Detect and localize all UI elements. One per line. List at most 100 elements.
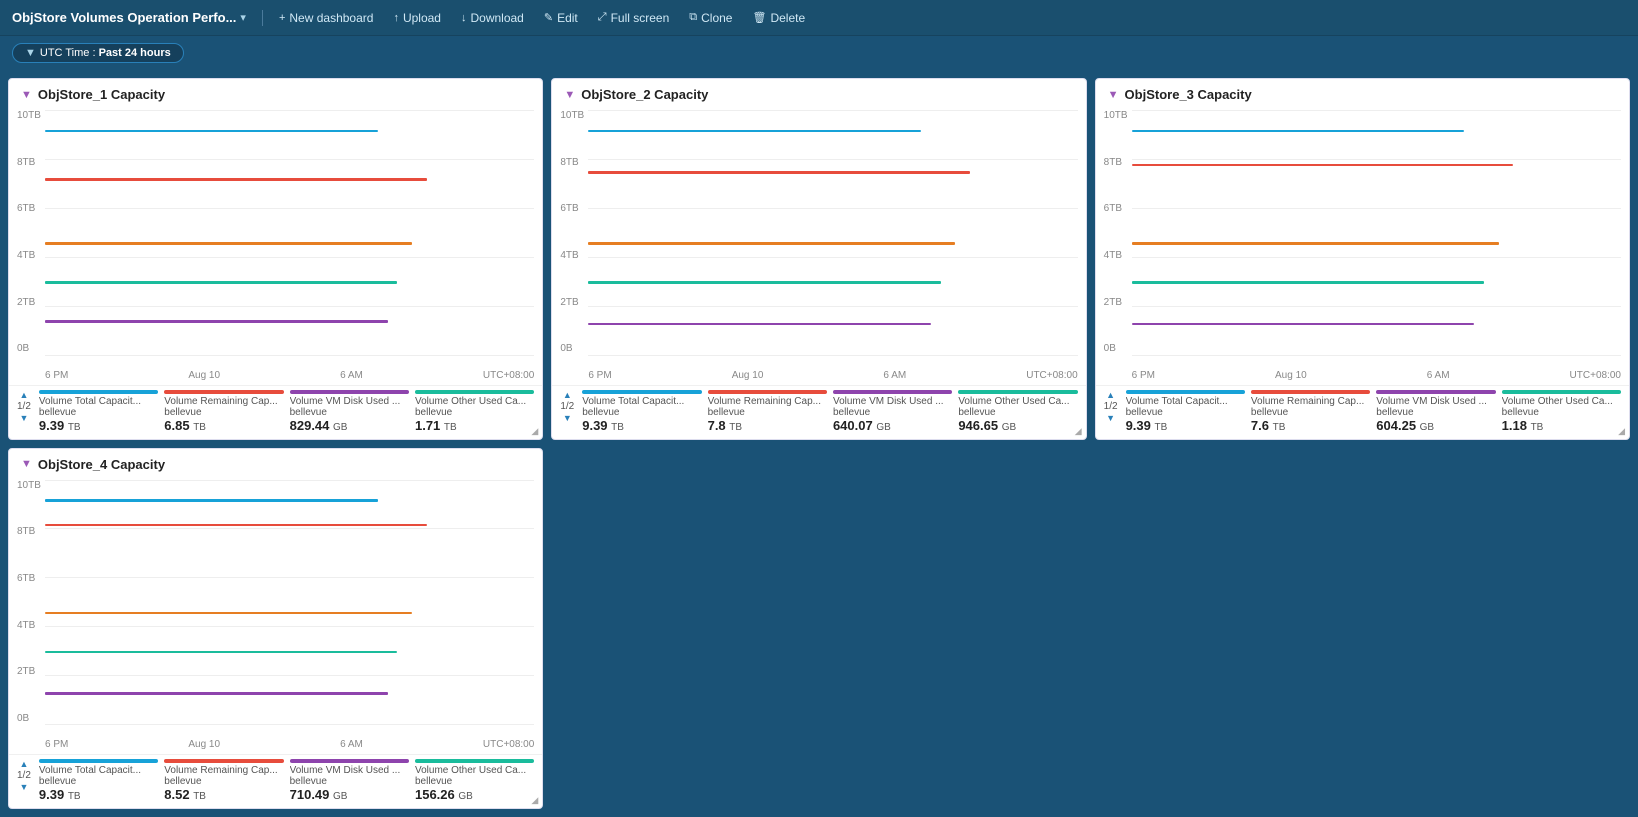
legend-page: 1/2 [17,401,31,412]
legend-color-bar [415,759,534,763]
x-axis: 6 PMAug 106 AMUTC+08:00 [45,739,534,750]
legend-unit: GB [458,791,472,802]
legend-up-arrow[interactable]: ▲ [1106,390,1115,400]
panel-title: ObjStore_3 Capacity [1125,87,1252,102]
data-line [588,242,955,245]
grid-line [45,480,534,481]
legend-item: Volume Total Capacit... bellevue 9.39 TB [1126,390,1245,433]
grid-line [45,159,534,160]
legend-label: Volume VM Disk Used ... [290,396,409,407]
x-label: UTC+08:00 [483,739,534,750]
legend-page: 1/2 [1104,401,1118,412]
data-line [588,130,921,133]
panel-resize-handle[interactable]: ◢ [531,795,538,806]
legend-page: 1/2 [17,770,31,781]
time-filter-pill[interactable]: ▼ UTC Time : Past 24 hours [12,43,184,63]
legend-sublabel: bellevue [958,407,1077,418]
legend-value: 9.39 TB [1126,418,1245,433]
x-label: UTC+08:00 [483,370,534,381]
grid-line [1132,306,1621,307]
grid-line [588,257,1077,258]
chart-area: 10TB8TB6TB4TB2TB0B 6 PMAug 106 AMUTC+08:0… [9,476,542,755]
panel-resize-handle[interactable]: ◢ [531,426,538,437]
y-label: 10TB [17,480,41,491]
panel-title: ObjStore_2 Capacity [581,87,708,102]
y-label: 10TB [17,110,41,121]
x-axis: 6 PMAug 106 AMUTC+08:00 [1132,370,1621,381]
chart-panel-panel3: ▼ ObjStore_3 Capacity10TB8TB6TB4TB2TB0B6… [1095,78,1630,440]
edit-button[interactable]: ✎ Edit [536,8,586,28]
panel-title: ObjStore_1 Capacity [38,87,165,102]
legend-item: Volume VM Disk Used ... bellevue 829.44 … [290,390,409,433]
y-label: 8TB [1104,157,1128,168]
legend-unit: TB [611,422,624,433]
legend-item: Volume VM Disk Used ... bellevue 604.25 … [1376,390,1495,433]
edit-icon: ✎ [544,11,553,24]
legend-unit: GB [333,422,347,433]
legend-items: Volume Total Capacit... bellevue 9.39 TB… [1126,390,1621,433]
legend-label: Volume Other Used Ca... [415,396,534,407]
legend-value: 9.39 TB [39,787,158,802]
legend-item: Volume Remaining Cap... bellevue 8.52 TB [164,759,283,802]
y-label: 6TB [560,203,584,214]
legend-up-arrow[interactable]: ▲ [19,759,28,769]
legend-sublabel: bellevue [290,407,409,418]
upload-button[interactable]: ↑ Upload [385,8,449,28]
chart-lines [45,480,534,725]
title-dropdown-icon[interactable]: ▾ [240,11,246,24]
legend-label: Volume Total Capacit... [39,396,158,407]
grid-line [1132,159,1621,160]
grid-line [45,306,534,307]
panel-header: ▼ ObjStore_1 Capacity [9,79,542,106]
legend-color-bar [290,759,409,763]
delete-icon: 🗑 [752,11,766,24]
legend-unit: TB [193,791,206,802]
delete-button[interactable]: 🗑 Delete [744,8,813,28]
grid-line [45,528,534,529]
x-label: 6 PM [588,370,611,381]
data-line [45,242,412,245]
new-dashboard-button[interactable]: + New dashboard [271,8,382,28]
legend-up-arrow[interactable]: ▲ [19,390,28,400]
legend-value: 1.18 TB [1502,418,1621,433]
download-button[interactable]: ↓ Download [453,8,532,28]
legend-color-bar [1126,390,1245,394]
legend-color-bar [39,759,158,763]
legend-down-arrow[interactable]: ▼ [19,782,28,792]
legend-area: ▲ 1/2 ▼ Volume Total Capacit... bellevue… [1096,385,1629,439]
y-axis: 10TB8TB6TB4TB2TB0B [17,480,41,725]
legend-item: Volume Other Used Ca... bellevue 156.26 … [415,759,534,802]
panel-resize-handle[interactable]: ◢ [1075,426,1082,437]
legend-item: Volume Remaining Cap... bellevue 6.85 TB [164,390,283,433]
chart-area: 10TB8TB6TB4TB2TB0B6 PMAug 106 AMUTC+08:0… [1096,106,1629,385]
clone-icon: ⧉ [689,11,697,24]
legend-down-arrow[interactable]: ▼ [1106,413,1115,423]
legend-down-arrow[interactable]: ▼ [563,413,572,423]
legend-value: 7.6 TB [1251,418,1370,433]
legend-items: Volume Total Capacit... bellevue 9.39 TB… [582,390,1077,433]
y-label: 6TB [1104,203,1128,214]
legend-sublabel: bellevue [415,776,534,787]
legend-sublabel: bellevue [415,407,534,418]
legend-color-bar [833,390,952,394]
x-label: 6 PM [1132,370,1155,381]
legend-unit: TB [68,422,81,433]
fullscreen-button[interactable]: ⤢ Full screen [590,8,678,28]
chart-lines [588,110,1077,355]
legend-value: 9.39 TB [39,418,158,433]
legend-label: Volume Remaining Cap... [1251,396,1370,407]
y-label: 8TB [560,157,584,168]
legend-value: 604.25 GB [1376,418,1495,433]
clone-button[interactable]: ⧉ Clone [681,8,740,28]
legend-sublabel: bellevue [1251,407,1370,418]
y-label: 2TB [560,297,584,308]
legend-up-arrow[interactable]: ▲ [563,390,572,400]
panel-resize-handle[interactable]: ◢ [1618,426,1625,437]
data-line [1132,242,1499,245]
y-label: 4TB [17,620,41,631]
x-label: UTC+08:00 [1026,370,1077,381]
legend-down-arrow[interactable]: ▼ [19,413,28,423]
legend-unit: GB [1002,422,1016,433]
legend-label: Volume Other Used Ca... [415,765,534,776]
filter-icon: ▼ [1108,89,1119,101]
